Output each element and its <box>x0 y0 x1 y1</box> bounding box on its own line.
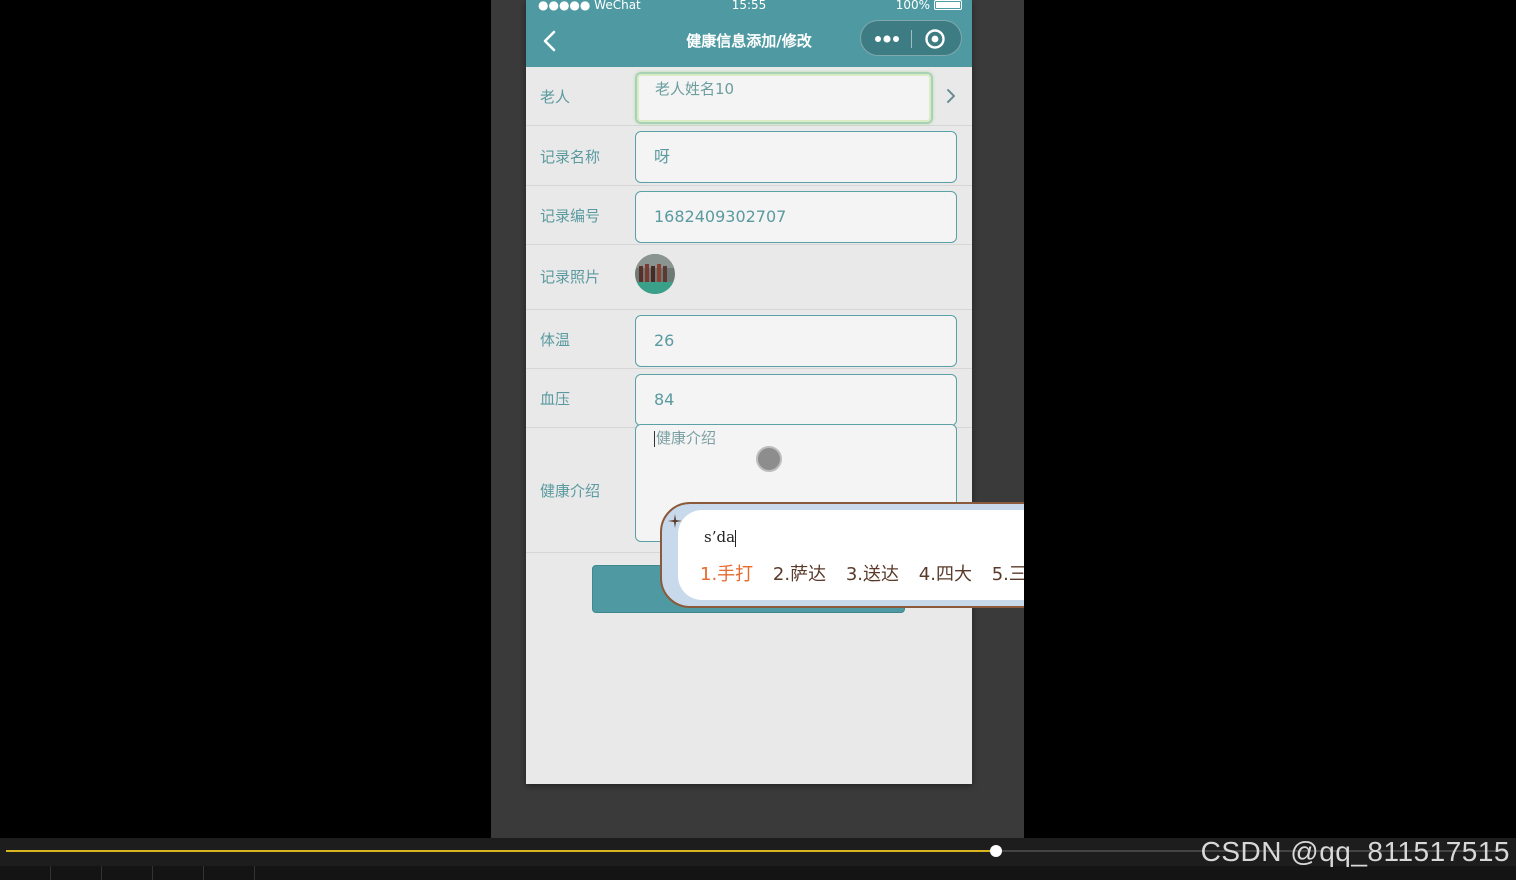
more-dots-icon[interactable] <box>873 31 901 47</box>
form-row-record-no: 记录编号 1682409302707 <box>526 186 972 245</box>
form-row-temperature: 体温 26 <box>526 310 972 369</box>
ime-candidate[interactable]: 5.三大 <box>992 564 1024 585</box>
status-bar: ●●●●● WeChat 15:55 100% <box>526 0 972 12</box>
record-photo-label: 记录照片 <box>540 268 601 286</box>
record-no-input[interactable]: 1682409302707 <box>635 191 957 243</box>
form-row-record-photo: 记录照片 <box>526 245 972 310</box>
record-photo-thumbnail[interactable] <box>635 254 675 294</box>
navigation-bar: 健康信息添加/修改 <box>526 12 972 67</box>
ime-candidate[interactable]: 4.四大 <box>919 564 972 585</box>
ime-candidate[interactable]: 1.手打 <box>700 564 753 585</box>
temperature-label: 体温 <box>540 331 571 349</box>
player-controls <box>0 866 1516 880</box>
ime-candidates: 1.手打 2.萨达 3.送达 4.四大 5.三大 <box>700 560 1024 586</box>
record-name-input[interactable]: 呀 <box>635 131 957 183</box>
form-row-blood-pressure: 血压 84 <box>526 369 972 428</box>
record-no-label: 记录编号 <box>540 207 601 225</box>
blood-pressure-input[interactable]: 84 <box>635 374 957 426</box>
form-row-record-name: 记录名称 呀 <box>526 126 972 186</box>
ime-spark-icon <box>668 514 682 528</box>
text-caret <box>654 430 655 447</box>
form-row-elder: 老人 老人姓名10 <box>526 67 972 126</box>
watermark: CSDN @qq_811517515 <box>1200 836 1510 867</box>
health-intro-label: 健康介绍 <box>540 482 601 500</box>
ime-composition: s’da <box>704 528 737 547</box>
elder-label: 老人 <box>540 88 571 106</box>
temperature-input[interactable]: 26 <box>635 315 957 367</box>
battery-icon <box>934 0 962 10</box>
progress-knob[interactable] <box>990 845 1002 857</box>
record-name-label: 记录名称 <box>540 148 601 166</box>
ime-candidate[interactable]: 2.萨达 <box>773 564 826 585</box>
ime-candidate[interactable]: 3.送达 <box>846 564 899 585</box>
ime-candidate-window: s’da 1.手打 2.萨达 3.送达 4.四大 5.三大 <box>660 502 1024 610</box>
phone-screen: ●●●●● WeChat 15:55 100% 健康信息添加/修改 老人 老人姓… <box>526 0 972 784</box>
miniprogram-capsule <box>860 20 962 56</box>
elder-picker[interactable]: 老人姓名10 <box>635 72 933 124</box>
blood-pressure-label: 血压 <box>540 390 571 408</box>
progress-fill <box>6 850 996 852</box>
close-miniprogram-icon[interactable] <box>924 28 946 50</box>
chevron-right-icon[interactable] <box>944 87 958 105</box>
touch-cursor <box>756 446 782 472</box>
health-intro-placeholder: 健康介绍 <box>656 429 717 447</box>
capsule-divider <box>911 30 912 48</box>
battery-level: 100% <box>895 0 930 12</box>
